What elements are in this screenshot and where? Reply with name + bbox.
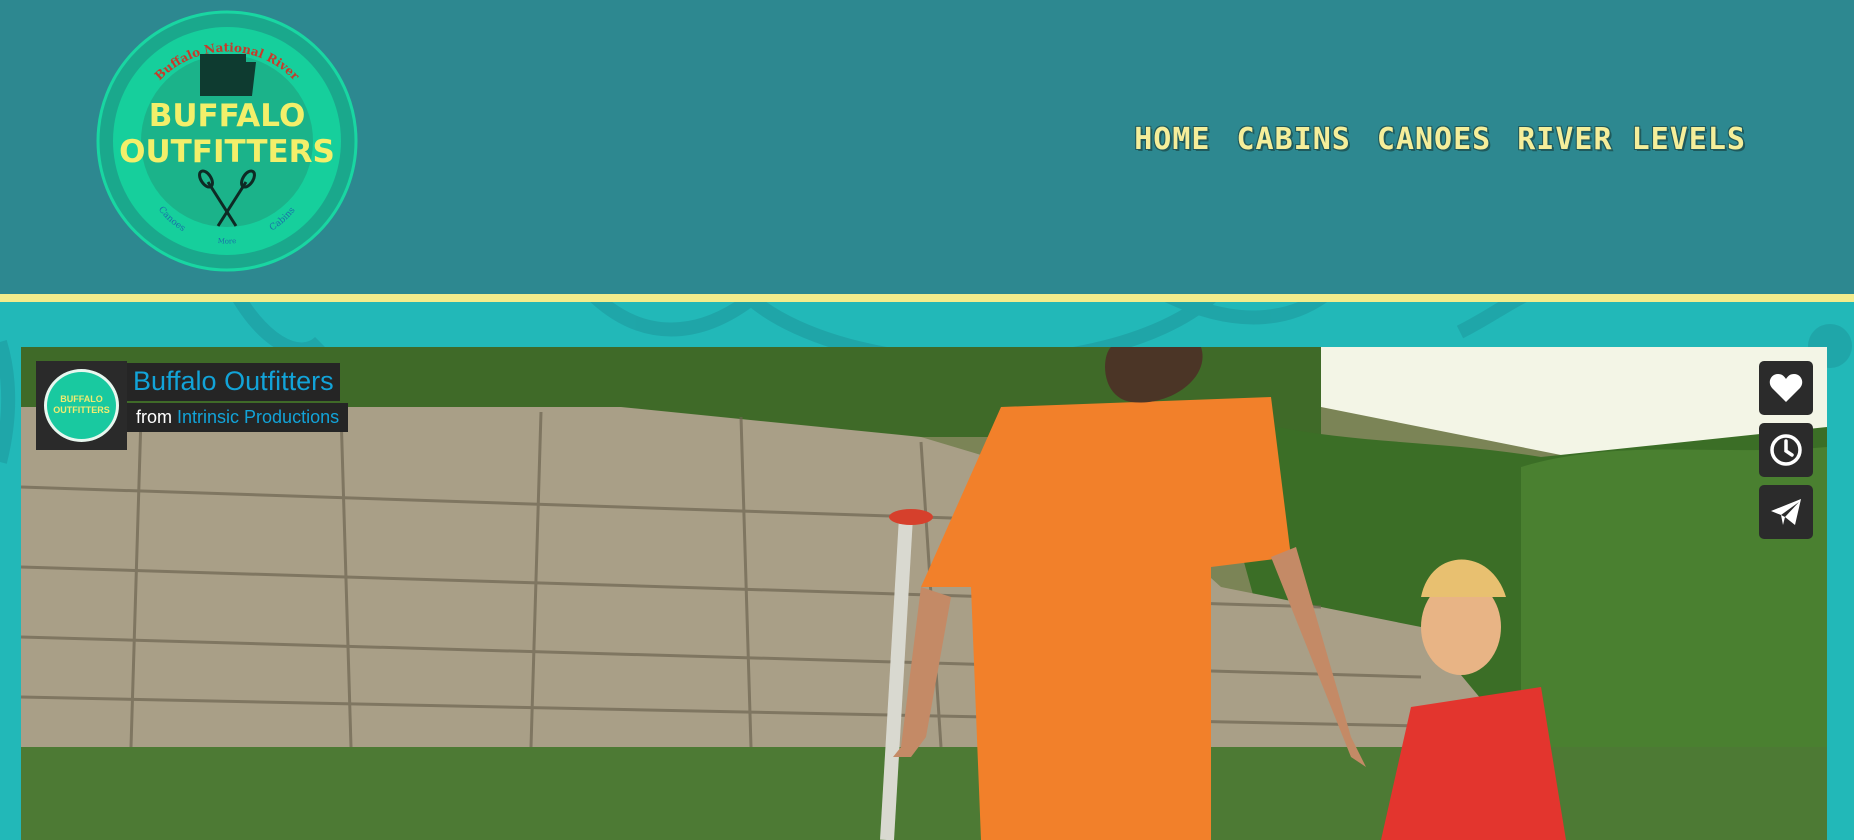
nav-home[interactable]: HOME bbox=[1134, 120, 1210, 160]
like-button[interactable] bbox=[1759, 361, 1813, 415]
author-avatar: BUFFALO OUTFITTERS bbox=[44, 369, 119, 442]
nav-cabins[interactable]: CABINS bbox=[1237, 120, 1351, 160]
site-logo[interactable]: Buffalo National River BUFFALO OUTFITTER… bbox=[96, 10, 358, 272]
watch-later-button[interactable] bbox=[1759, 423, 1813, 477]
main-nav: HOME CABINS CANOES RIVER LEVELS bbox=[1134, 120, 1746, 160]
nav-river-levels[interactable]: RIVER LEVELS bbox=[1517, 120, 1746, 160]
paper-plane-icon bbox=[1771, 499, 1801, 525]
logo-name-line2: OUTFITTERS bbox=[119, 134, 335, 170]
video-player[interactable]: BUFFALO OUTFITTERS Buffalo Outfitters fr… bbox=[21, 347, 1827, 840]
heart-icon bbox=[1769, 374, 1803, 402]
clock-icon bbox=[1770, 434, 1802, 466]
logo-name-line1: BUFFALO bbox=[149, 98, 306, 134]
author-portrait[interactable]: BUFFALO OUTFITTERS bbox=[36, 361, 127, 450]
share-button[interactable] bbox=[1759, 485, 1813, 539]
site-header: Buffalo National River BUFFALO OUTFITTER… bbox=[0, 0, 1854, 294]
from-label: from bbox=[136, 407, 172, 427]
video-author-box: from Intrinsic Productions bbox=[127, 403, 349, 432]
header-divider bbox=[0, 294, 1854, 302]
svg-text:More: More bbox=[217, 237, 236, 246]
video-author-link[interactable]: Intrinsic Productions bbox=[177, 407, 339, 427]
video-title-box: Buffalo Outfitters bbox=[127, 363, 340, 401]
video-title[interactable]: Buffalo Outfitters bbox=[133, 366, 334, 396]
avatar-text-line2: OUTFITTERS bbox=[53, 405, 110, 415]
nav-canoes[interactable]: CANOES bbox=[1377, 120, 1491, 160]
logo-bottom-center: More bbox=[217, 237, 236, 246]
video-byline: BUFFALO OUTFITTERS Buffalo Outfitters fr… bbox=[36, 361, 349, 450]
avatar-text-line1: BUFFALO bbox=[60, 394, 103, 404]
video-action-buttons bbox=[1759, 361, 1813, 539]
